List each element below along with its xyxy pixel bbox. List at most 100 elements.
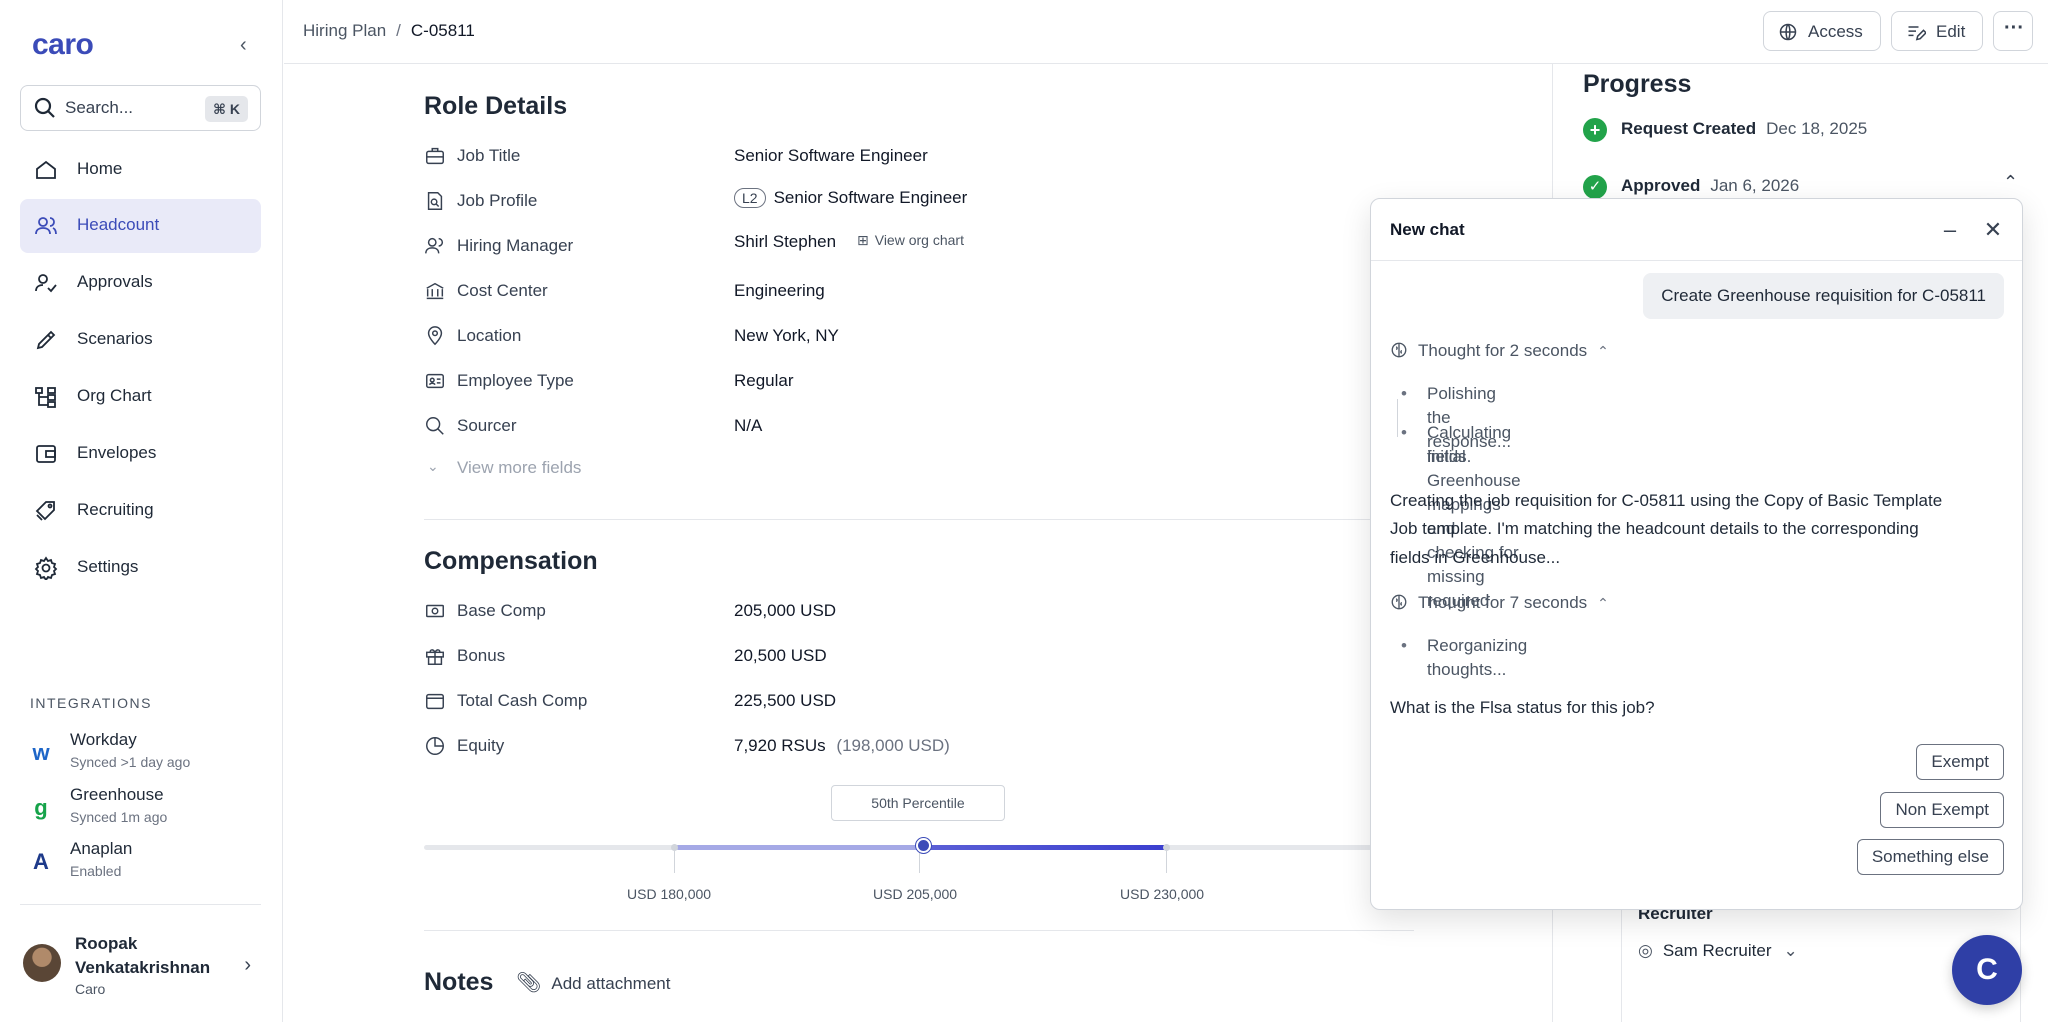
edit-icon [1908, 26, 1926, 41]
option-exempt-button[interactable]: Exempt [1916, 744, 2004, 780]
brain-icon [1391, 342, 1407, 358]
sidebar-item-envelopes[interactable]: Envelopes [20, 427, 261, 481]
section-divider [424, 930, 1414, 931]
minimize-icon[interactable]: – [1939, 219, 1961, 241]
field-value-bonus: 20,500 USD [734, 646, 827, 665]
step-date: Jan 6, 2026 [1710, 176, 1800, 195]
org-chart-icon: ⊞ [857, 232, 869, 248]
recruiter-name: Sam Recruiter [1662, 941, 1772, 960]
plus-circle-icon: + [1583, 118, 1607, 142]
field-label-total-cash-comp: Total Cash Comp [457, 691, 588, 710]
equity-rsus: 7,920 RSUs [734, 736, 826, 755]
gear-icon [34, 556, 58, 580]
home-icon [36, 160, 56, 179]
user-org: Caro [75, 981, 106, 997]
notes-heading: Notes [424, 968, 494, 996]
caro-logo[interactable]: caro [32, 28, 94, 62]
view-more-fields-button[interactable]: View more fields [457, 458, 581, 478]
bank-icon [426, 282, 444, 300]
sidebar-item-org-chart[interactable]: Org Chart [20, 370, 261, 424]
field-label-base-comp: Base Comp [457, 601, 546, 620]
field-value-total-cash-comp: 225,500 USD [734, 691, 837, 710]
view-org-chart-link[interactable]: ⊞ View org chart [857, 232, 964, 249]
thought-label: Thought for 2 seconds [1418, 341, 1588, 360]
edit-button[interactable]: Edit [1891, 11, 1983, 51]
integration-greenhouse[interactable]: g Greenhouse Synced 1m ago [30, 785, 260, 833]
tick-dot [1163, 844, 1170, 851]
sidebar-divider [20, 904, 261, 905]
sidebar-item-approvals[interactable]: Approvals [20, 256, 261, 310]
sidebar-item-label: Recruiting [77, 500, 154, 519]
option-non-exempt-button[interactable]: Non Exempt [1880, 792, 2004, 828]
integration-workday[interactable]: w Workday Synced >1 day ago [30, 730, 260, 778]
globe-icon [1779, 23, 1797, 41]
field-value-cost-center: Engineering [734, 281, 825, 300]
field-value-equity: 7,920 RSUs (198,000 USD) [734, 736, 950, 756]
field-value-job-profile[interactable]: L2 Senior Software Engineer [734, 188, 967, 208]
chevron-up-icon[interactable]: ⌃ [2003, 172, 2018, 193]
chevron-up-icon: ⌃ [1597, 343, 1609, 359]
chat-title: New chat [1390, 220, 1465, 239]
user-message: Create Greenhouse requisition for C-0581… [1643, 273, 2004, 319]
search-icon [34, 97, 55, 118]
chevron-right-icon: › [244, 954, 251, 976]
field-value-hiring-manager[interactable]: Shirl Stephen [734, 232, 836, 252]
thought-item-text: fields. [1427, 447, 1472, 466]
search-shortcut: ⌘ K [205, 96, 248, 122]
chevron-down-icon: ⌄ [1783, 941, 1798, 960]
sidebar-item-recruiting[interactable]: Recruiting [20, 484, 261, 538]
sidebar-item-scenarios[interactable]: Scenarios [20, 313, 261, 367]
collapse-sidebar-icon[interactable]: ‹ [240, 35, 258, 55]
sidebar-item-settings[interactable]: Settings [20, 541, 261, 595]
user-name: Roopak Venkatakrishnan [75, 934, 211, 977]
option-something-else-button[interactable]: Something else [1856, 839, 2004, 875]
recruiter-select[interactable]: ◎ Sam Recruiter ⌄ [1638, 941, 1798, 961]
chevron-up-icon: ⌃ [1597, 595, 1609, 611]
assistant-message-line: Creating the job requisition for C-05811… [1390, 491, 1943, 510]
assistant-question: What is the Flsa status for this job? [1390, 698, 1655, 717]
assistant-message-line: Job template. I'm matching the headcount… [1390, 519, 1919, 538]
user-circle-icon: ◎ [1638, 941, 1653, 960]
users-icon [35, 217, 57, 235]
chevron-down-icon: ⌄ [427, 458, 439, 474]
sidebar-item-label: Home [77, 159, 123, 178]
comp-range-fill-upper [922, 845, 1167, 850]
step-request-created: Request Created Dec 18, 2025 [1621, 119, 1867, 139]
sidebar-item-headcount[interactable]: Headcount [20, 199, 261, 253]
breadcrumb-hiring-plan[interactable]: Hiring Plan [303, 21, 386, 40]
thought-toggle-1[interactable]: Thought for 2 seconds ⌃ [1390, 341, 1609, 361]
breadcrumb: Hiring Plan / C-05811 [303, 21, 475, 41]
step-approved: Approved Jan 6, 2026 [1621, 176, 1799, 196]
access-button[interactable]: Access [1763, 11, 1881, 51]
field-label-location: Location [457, 326, 522, 345]
integration-name: Workday [70, 730, 137, 749]
add-attachment-button[interactable]: 📎︎ Add attachment [516, 970, 670, 995]
comp-range-handle[interactable] [916, 838, 931, 853]
sidebar-item-home[interactable]: Home [20, 143, 261, 197]
more-horizontal-icon: ··· [2004, 17, 2024, 39]
field-label-cost-center: Cost Center [457, 281, 548, 300]
chat-launcher-button[interactable]: C [1952, 935, 2022, 1005]
thought-toggle-2[interactable]: Thought for 7 seconds ⌃ [1390, 593, 1609, 613]
field-value-job-title: Senior Software Engineer [734, 146, 928, 165]
user-menu[interactable]: Roopak Venkatakrishnan Caro › [20, 928, 261, 1008]
pie-chart-icon [426, 737, 444, 755]
tick-mark [674, 851, 675, 873]
search-box[interactable]: Search... ⌘ K [20, 85, 261, 131]
compensation-heading: Compensation [424, 547, 598, 575]
field-value-location: New York, NY [734, 326, 839, 345]
integration-anaplan[interactable]: A Anaplan Enabled [30, 839, 260, 887]
field-label-employee-type: Employee Type [457, 371, 574, 390]
tags-icon [35, 501, 55, 521]
cash-icon [426, 604, 444, 618]
close-icon[interactable]: ✕ [1982, 219, 2004, 241]
chat-panel: New chat – ✕ Create Greenhouse requisiti… [1370, 198, 2023, 910]
more-options-button[interactable]: ··· [1993, 11, 2033, 51]
thought-label: Thought for 7 seconds [1418, 593, 1588, 612]
tick-label-min: USD 180,000 [627, 886, 712, 902]
approvals-icon [35, 274, 57, 293]
view-org-chart-label: View org chart [874, 232, 964, 248]
integration-name: Greenhouse [70, 785, 164, 804]
document-search-icon [427, 192, 443, 210]
users-icon [425, 237, 444, 254]
